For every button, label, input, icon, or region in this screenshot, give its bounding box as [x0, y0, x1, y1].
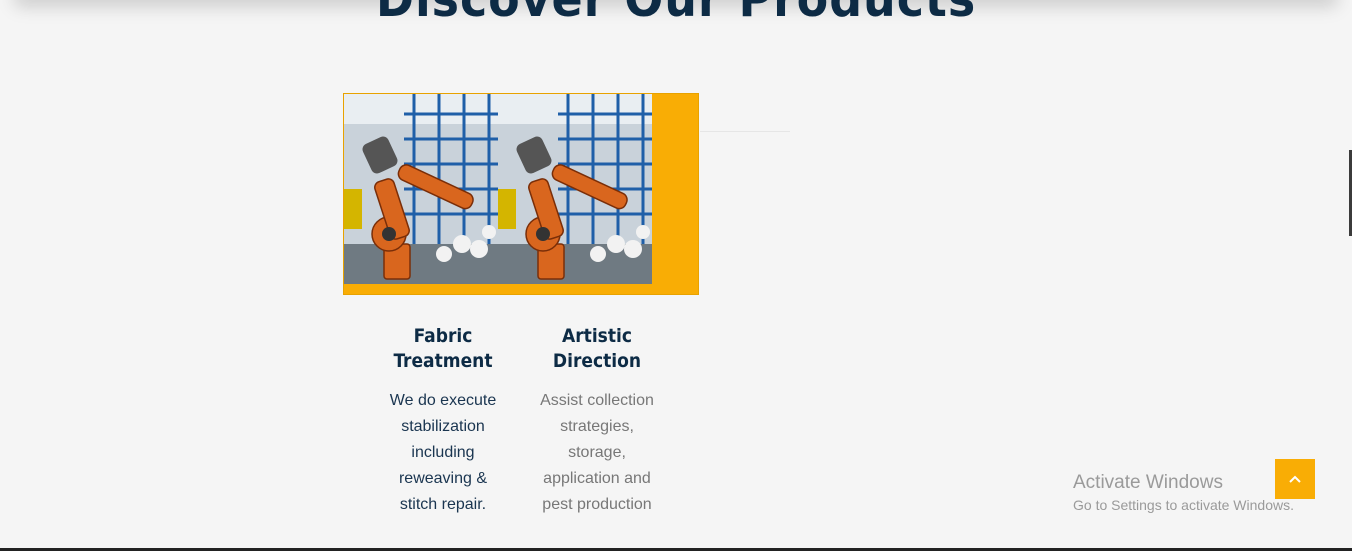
activate-subtitle: Go to Settings to activate Windows.: [1073, 497, 1294, 513]
card-text-artistic-direction: Assist collection strategies, storage, a…: [540, 392, 654, 513]
divider: [700, 131, 790, 132]
activate-title: Activate Windows: [1073, 472, 1223, 493]
industrial-robot-image: [498, 94, 652, 284]
card-title-fabric-treatment[interactable]: Fabric Treatment: [366, 324, 520, 374]
card-text-fabric-treatment: We do execute stabilization including re…: [389, 392, 497, 513]
card-image-artistic-direction[interactable]: [498, 94, 652, 284]
card-image-fabric-treatment[interactable]: [344, 94, 498, 284]
scroll-to-top-button[interactable]: [1275, 459, 1315, 499]
section-title: Discover Our Products: [54, 0, 1298, 28]
industrial-robot-image: [344, 94, 498, 284]
chevron-up-icon: [1289, 475, 1301, 483]
card-title-artistic-direction[interactable]: Artistic Direction: [520, 324, 674, 374]
activate-windows-watermark: Activate Windows Go to Settings to activ…: [1073, 472, 1294, 515]
